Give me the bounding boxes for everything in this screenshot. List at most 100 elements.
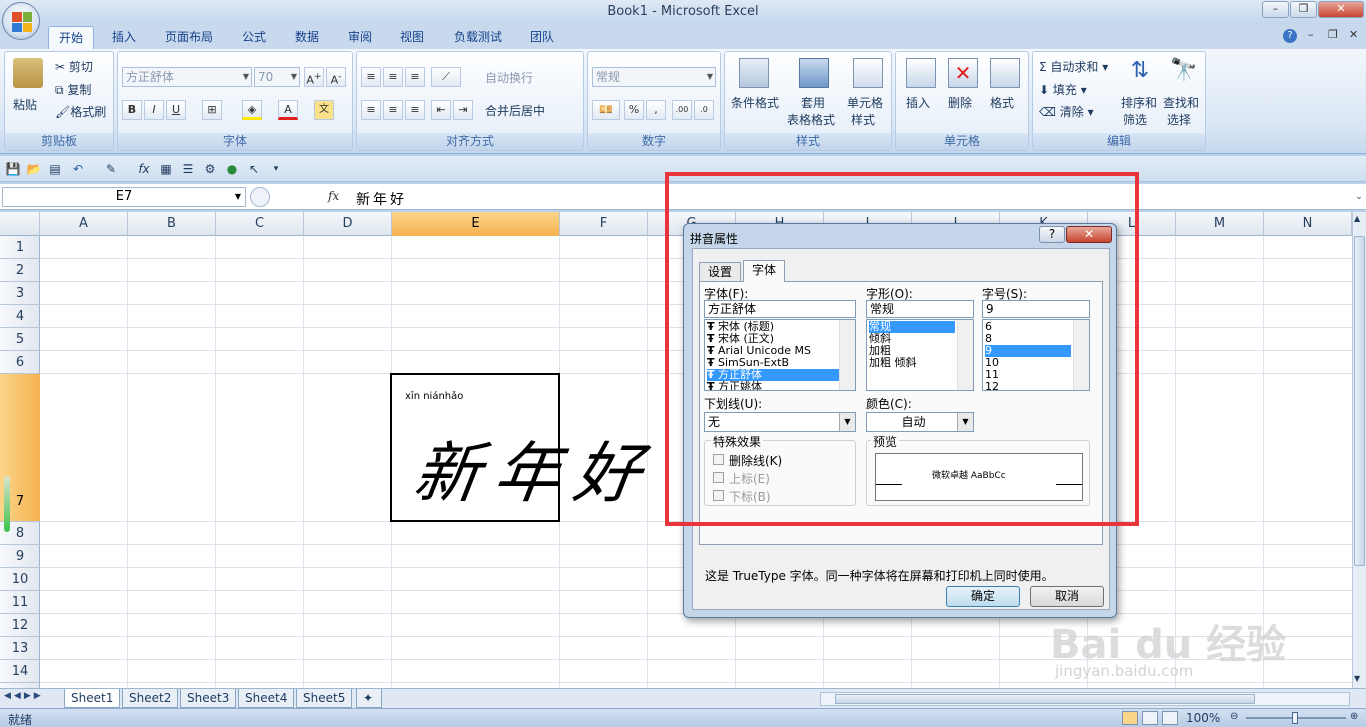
column-header[interactable]: M (1176, 212, 1264, 236)
column-header[interactable]: N (1264, 212, 1352, 236)
align-right-icon[interactable]: ≡ (405, 100, 425, 120)
wrap-text-button[interactable]: 自动换行 (485, 69, 533, 86)
sheet-tab[interactable]: Sheet4 (238, 689, 295, 708)
strikethrough-checkbox[interactable] (713, 454, 724, 465)
paste-button[interactable]: 粘贴 (13, 96, 37, 113)
size-input[interactable]: 9 (982, 300, 1090, 318)
globe-icon[interactable]: ● (224, 161, 240, 177)
align-center-icon[interactable]: ≡ (383, 100, 403, 120)
underline-select[interactable]: 无 ▼ (704, 412, 856, 432)
list-item[interactable]: Ŧ 方正姚体 (707, 381, 762, 391)
fill-color-button[interactable]: ◈ (242, 100, 262, 120)
row-header[interactable]: 13 (0, 637, 40, 660)
tab-data[interactable]: 数据 (285, 26, 329, 49)
orientation-icon[interactable]: ⟋ (431, 67, 461, 87)
border-button[interactable]: ⊞ (202, 100, 222, 120)
align-left-icon[interactable]: ≡ (361, 100, 381, 120)
font-color-button[interactable]: A (278, 100, 298, 120)
new-sheet-icon[interactable]: ✦ (356, 689, 382, 708)
tab-load-test[interactable]: 负载测试 (444, 26, 512, 49)
name-box[interactable]: E7 ▼ (2, 187, 246, 207)
ribbon-close-icon[interactable]: ✕ (1349, 28, 1358, 41)
row-header[interactable]: 2 (0, 259, 40, 282)
font-size-select[interactable]: 70 ▼ (254, 67, 300, 87)
draw-border-icon[interactable]: ✎ (103, 161, 119, 177)
align-middle-icon[interactable]: ≡ (383, 67, 403, 87)
tab-team[interactable]: 团队 (520, 26, 564, 49)
currency-icon[interactable]: 💴 (592, 100, 620, 120)
normal-view-icon[interactable] (1122, 711, 1138, 725)
autosum-button[interactable]: Σ 自动求和 ▾ (1039, 58, 1108, 75)
sheet-tab[interactable]: Sheet3 (180, 689, 237, 708)
zoom-slider-thumb[interactable] (1292, 712, 1298, 724)
clear-button[interactable]: ⌫ 清除 ▾ (1039, 103, 1094, 120)
help-icon[interactable]: ? (1283, 29, 1297, 43)
row-header[interactable]: 14 (0, 660, 40, 683)
row-header[interactable]: 12 (0, 614, 40, 637)
decrease-decimal-icon[interactable]: .0 (694, 100, 714, 120)
number-format-select[interactable]: 常规 ▼ (592, 67, 716, 87)
vertical-scrollbar[interactable]: ▲ ▼ (1352, 212, 1366, 688)
print-preview-icon[interactable]: ▤ (47, 161, 63, 177)
horizontal-scrollbar[interactable] (820, 692, 1350, 706)
superscript-checkbox[interactable] (713, 472, 724, 483)
zoom-out-icon[interactable]: ⊖ (1230, 711, 1238, 722)
tab-home[interactable]: 开始 (48, 26, 95, 49)
page-break-view-icon[interactable] (1162, 711, 1178, 725)
tab-review[interactable]: 审阅 (338, 26, 382, 49)
column-header[interactable]: A (40, 212, 128, 236)
row-header[interactable]: 1 (0, 236, 40, 259)
office-button[interactable] (2, 2, 40, 40)
sort-filter-button-1[interactable]: 排序和 (1121, 94, 1157, 111)
formula-input[interactable]: 新年好 (356, 189, 407, 209)
bold-button[interactable]: B (122, 100, 142, 120)
underline-button[interactable]: U (166, 100, 186, 120)
minimize-button[interactable]: – (1262, 1, 1289, 18)
style-input[interactable]: 常规 (866, 300, 974, 318)
page-layout-view-icon[interactable] (1142, 711, 1158, 725)
decrease-indent-icon[interactable]: ⇤ (431, 100, 451, 120)
align-top-icon[interactable]: ≡ (361, 67, 381, 87)
cancel-button[interactable]: 取消 (1030, 586, 1104, 607)
sheet-tab[interactable]: Sheet2 (122, 689, 179, 708)
shrink-font-button[interactable]: A- (326, 67, 346, 87)
h-scroll-thumb[interactable] (835, 694, 1255, 704)
style-list[interactable]: 常规 倾斜 加粗 加粗 倾斜 (866, 319, 974, 391)
table-format-button-1[interactable]: 套用 (801, 94, 825, 111)
tab-formulas[interactable]: 公式 (232, 26, 276, 49)
subscript-checkbox[interactable] (713, 490, 724, 501)
undo-icon[interactable]: ↶ (70, 161, 86, 177)
zoom-in-icon[interactable]: ⊕ (1350, 711, 1358, 722)
row-header[interactable]: 11 (0, 591, 40, 614)
column-header[interactable]: D (304, 212, 392, 236)
ribbon-restore-icon[interactable]: ❐ (1328, 28, 1338, 41)
sheet-nav-icon[interactable]: ◀◀▶▶ (4, 691, 44, 701)
find-select-button-1[interactable]: 查找和 (1163, 94, 1199, 111)
insert-cells-button[interactable]: 插入 (906, 94, 930, 111)
scroll-up-icon[interactable]: ▲ (1354, 214, 1360, 223)
row-header[interactable]: 10 (0, 568, 40, 591)
sort-filter-button-2[interactable]: 筛选 (1123, 111, 1147, 128)
tab-insert[interactable]: 插入 (102, 26, 146, 49)
format-painter-button[interactable]: 🖌格式刷 (55, 103, 106, 120)
column-header[interactable]: B (128, 212, 216, 236)
tab-settings[interactable]: 设置 (699, 262, 742, 282)
list-scrollbar[interactable] (957, 320, 973, 390)
camera-icon[interactable]: ⚙ (202, 161, 218, 177)
row-header[interactable]: 6 (0, 351, 40, 374)
ok-button[interactable]: 确定 (946, 586, 1020, 607)
scroll-down-icon[interactable]: ▼ (1354, 674, 1360, 683)
fill-button[interactable]: ⬇ 填充 ▾ (1039, 81, 1087, 98)
function-icon[interactable]: fx (136, 161, 152, 177)
cut-button[interactable]: ✂ 剪切 (55, 58, 93, 75)
pointer-icon[interactable]: ↖ (246, 161, 262, 177)
row-header[interactable]: 5 (0, 328, 40, 351)
row-header[interactable]: 4 (0, 305, 40, 328)
column-header[interactable]: C (216, 212, 304, 236)
maximize-button[interactable]: ❐ (1290, 1, 1317, 18)
select-all-corner[interactable] (0, 212, 40, 236)
list-scrollbar[interactable] (839, 320, 855, 390)
list-scrollbar[interactable] (1073, 320, 1089, 390)
grow-font-button[interactable]: A+ (304, 67, 324, 87)
color-select[interactable]: 自动 ▼ (866, 412, 974, 432)
